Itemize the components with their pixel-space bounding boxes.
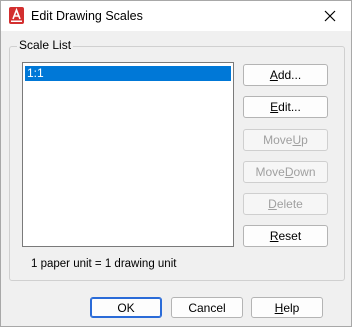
window-title: Edit Drawing Scales [31,9,143,23]
list-item-selected[interactable]: 1:1 [25,66,231,81]
move-down-button[interactable]: Move Down [243,161,328,183]
scale-list-group-label: Scale List [17,38,74,52]
help-button[interactable]: Help [251,297,323,318]
autocad-app-icon [9,7,24,24]
scale-list[interactable]: 1:1 [22,62,234,247]
cancel-button[interactable]: Cancel [171,297,243,318]
dialog-window: Edit Drawing Scales Scale List 1:1 Add..… [0,0,352,327]
delete-button[interactable]: Delete [243,193,328,215]
close-icon [324,10,336,22]
close-button[interactable] [309,1,351,31]
move-up-button[interactable]: Move Up [243,129,328,151]
reset-button[interactable]: Reset [243,225,328,247]
ok-button[interactable]: OK [90,297,162,318]
scale-unit-info: 1 paper unit = 1 drawing unit [31,258,177,270]
title-bar[interactable]: Edit Drawing Scales [1,1,351,31]
edit-button[interactable]: Edit... [243,96,328,118]
add-button[interactable]: Add... [243,64,328,86]
